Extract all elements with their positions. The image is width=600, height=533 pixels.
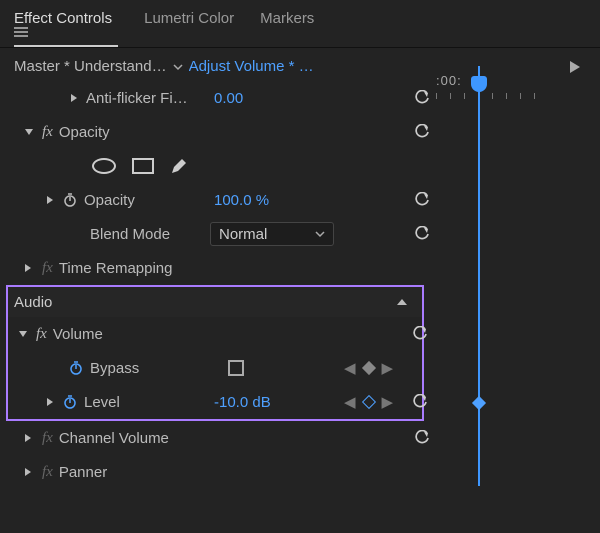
property-anti-flicker: Anti-flicker Fi… 0.00	[0, 81, 600, 115]
audio-highlight-box: Audio fx Volume Bypass ◀	[6, 285, 424, 421]
reset-icon[interactable]	[414, 90, 430, 106]
master-clip-name[interactable]: Master * Understand…	[14, 58, 167, 75]
select-value: Normal	[219, 226, 267, 243]
stopwatch-icon[interactable]	[62, 192, 78, 208]
property-blend-mode: Blend Mode Normal	[0, 217, 600, 251]
effect-opacity: fx Opacity	[0, 115, 600, 149]
reset-icon[interactable]	[414, 124, 430, 140]
effect-controls-panel: Anti-flicker Fi… 0.00 fx Opacity	[0, 81, 600, 489]
keyframe-nav: ◀ ▶	[344, 359, 393, 377]
prev-keyframe-icon[interactable]: ◀	[344, 359, 356, 377]
section-label: Audio	[14, 294, 52, 311]
effect-label: Panner	[59, 464, 107, 481]
twirl-closed-icon[interactable]	[46, 397, 62, 407]
property-bypass: Bypass ◀ ▶	[8, 351, 422, 385]
effect-volume: fx Volume	[8, 317, 422, 351]
prev-keyframe-icon[interactable]: ◀	[344, 393, 356, 411]
rectangle-mask-icon[interactable]	[132, 158, 154, 174]
twirl-closed-icon[interactable]	[24, 433, 40, 443]
tab-lumetri-color[interactable]: Lumetri Color	[144, 10, 234, 47]
reset-icon[interactable]	[412, 394, 428, 410]
add-keyframe-icon[interactable]	[361, 395, 375, 409]
effect-channel-volume: fx Channel Volume	[0, 421, 600, 455]
reset-icon[interactable]	[414, 226, 430, 242]
tab-label: Markers	[260, 10, 314, 27]
blend-mode-select[interactable]: Normal	[210, 222, 334, 246]
bypass-checkbox[interactable]	[228, 360, 244, 376]
chevron-down-icon[interactable]	[173, 62, 183, 72]
property-level: Level -10.0 dB ◀ ▶	[8, 385, 422, 419]
panel-menu-icon[interactable]	[14, 27, 118, 37]
sequence-clip-name[interactable]: Adjust Volume * …	[189, 58, 314, 75]
fx-icon[interactable]: fx	[42, 260, 53, 277]
add-keyframe-icon[interactable]	[361, 361, 375, 375]
stopwatch-icon[interactable]	[68, 360, 84, 376]
effect-panner: fx Panner	[0, 455, 600, 489]
twirl-closed-icon[interactable]	[46, 195, 62, 205]
pen-mask-icon[interactable]	[170, 157, 188, 175]
fx-icon[interactable]: fx	[42, 464, 53, 481]
tab-markers[interactable]: Markers	[260, 10, 314, 47]
twirl-closed-icon[interactable]	[24, 263, 40, 273]
fx-icon[interactable]: fx	[36, 326, 47, 343]
play-icon[interactable]	[570, 61, 580, 73]
reset-icon[interactable]	[412, 326, 428, 342]
audio-section-header: Audio	[8, 287, 422, 317]
property-label: Level	[84, 394, 120, 411]
property-label: Blend Mode	[90, 226, 170, 243]
effect-label: Time Remapping	[59, 260, 173, 277]
effect-time-remapping: fx Time Remapping	[0, 251, 600, 285]
property-label: Opacity	[84, 192, 135, 209]
twirl-open-icon[interactable]	[18, 330, 34, 338]
keyframe-nav: ◀ ▶	[344, 393, 393, 411]
mask-tools	[0, 149, 600, 183]
stopwatch-icon[interactable]	[62, 394, 78, 410]
effect-label: Channel Volume	[59, 430, 169, 447]
tab-effect-controls[interactable]: Effect Controls	[14, 10, 118, 47]
property-value[interactable]: -10.0 dB	[214, 394, 271, 411]
property-value[interactable]: 100.0 %	[214, 192, 269, 209]
twirl-open-icon[interactable]	[24, 128, 40, 136]
fx-icon[interactable]: fx	[42, 124, 53, 141]
tab-label: Effect Controls	[14, 10, 112, 27]
panel-tabs: Effect Controls Lumetri Color Markers	[0, 0, 600, 47]
property-label: Anti-flicker Fi…	[86, 90, 188, 107]
fx-icon[interactable]: fx	[42, 430, 53, 447]
property-opacity: Opacity 100.0 %	[0, 183, 600, 217]
collapse-up-icon[interactable]	[396, 297, 408, 307]
property-label: Bypass	[90, 360, 139, 377]
property-value[interactable]: 0.00	[214, 90, 243, 107]
ellipse-mask-icon[interactable]	[92, 158, 116, 174]
reset-icon[interactable]	[414, 192, 430, 208]
next-keyframe-icon[interactable]: ▶	[382, 393, 394, 411]
effect-label: Volume	[53, 326, 103, 343]
tab-label: Lumetri Color	[144, 10, 234, 27]
next-keyframe-icon[interactable]: ▶	[382, 359, 394, 377]
twirl-closed-icon[interactable]	[24, 467, 40, 477]
effect-label: Opacity	[59, 124, 110, 141]
reset-icon[interactable]	[414, 430, 430, 446]
twirl-closed-icon[interactable]	[70, 93, 86, 103]
chevron-down-icon	[315, 230, 325, 238]
